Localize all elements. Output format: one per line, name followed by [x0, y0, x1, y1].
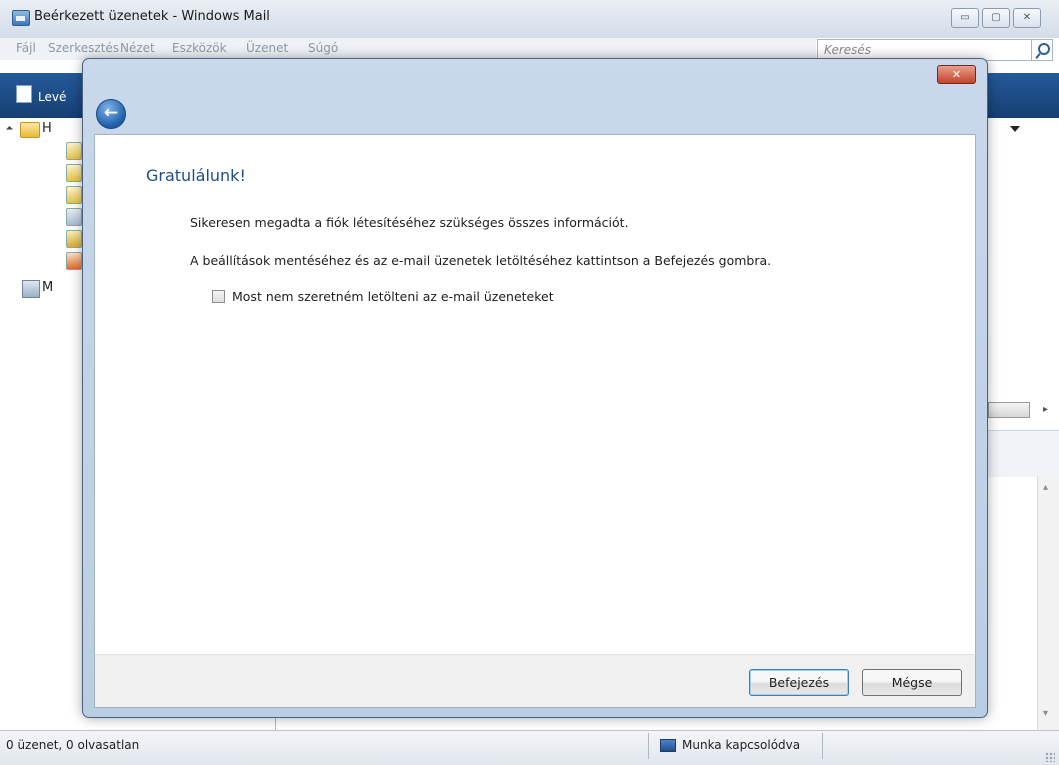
deleted-folder-icon[interactable]: [66, 208, 82, 226]
horizontal-scrollbar[interactable]: [988, 402, 1030, 418]
scroll-up-icon[interactable]: ▴: [1043, 482, 1048, 493]
menu-view[interactable]: Nézet: [120, 41, 155, 55]
back-arrow-button[interactable]: ←: [96, 99, 126, 129]
drafts-folder-icon[interactable]: [66, 230, 82, 248]
outbox-folder-icon[interactable]: [66, 164, 82, 182]
status-connection: Munka kapcsolódva: [682, 738, 801, 752]
close-window-button[interactable]: ✕: [1013, 8, 1041, 28]
junk-folder-icon[interactable]: [66, 252, 82, 270]
vertical-scrollbar[interactable]: [1037, 476, 1059, 730]
contacts-icon: [22, 280, 40, 298]
resize-grip-icon[interactable]: [1045, 752, 1055, 762]
preview-header: [987, 430, 1059, 477]
menu-tools[interactable]: Eszközök: [172, 41, 227, 55]
cancel-button[interactable]: Mégse: [862, 669, 962, 696]
folder-icon: [20, 122, 40, 138]
maximize-button[interactable]: ▢: [982, 8, 1010, 28]
dialog-message-2: A beállítások mentéséhez és az e-mail üz…: [190, 253, 772, 268]
dialog-close-button[interactable]: ✕: [937, 65, 976, 84]
finish-button[interactable]: Befejezés: [749, 669, 849, 696]
new-mail-icon: [16, 85, 32, 103]
status-message-count: 0 üzenet, 0 olvasatlan: [6, 738, 140, 752]
search-icon[interactable]: [1031, 39, 1053, 61]
status-separator: [648, 733, 649, 759]
scroll-right-icon[interactable]: ▸: [1043, 404, 1048, 415]
window-title: Beérkezett üzenetek - Windows Mail: [34, 9, 270, 24]
pane-divider[interactable]: [275, 718, 276, 730]
scroll-down-icon[interactable]: ▾: [1043, 708, 1048, 719]
skip-download-label[interactable]: Most nem szeretném letölteni az e-mail ü…: [232, 289, 554, 304]
folder-root-label[interactable]: H: [42, 121, 52, 136]
menu-file[interactable]: Fájl: [16, 41, 36, 55]
skip-download-checkbox[interactable]: [212, 290, 225, 303]
inbox-folder-icon[interactable]: [66, 142, 82, 160]
dialog-message-1: Sikeresen megadta a fiók létesítéséhez s…: [190, 215, 629, 230]
menu-edit[interactable]: Szerkesztés: [48, 41, 119, 55]
new-mail-button[interactable]: Levé: [38, 90, 66, 104]
dialog-heading: Gratulálunk!: [146, 166, 246, 185]
status-separator: [822, 733, 823, 759]
dialog-content: [94, 134, 976, 654]
search-placeholder: Keresés: [824, 43, 872, 57]
status-bar: [0, 730, 1059, 765]
contacts-label[interactable]: M: [42, 280, 53, 295]
menu-help[interactable]: Súgó: [308, 41, 338, 55]
network-icon: [660, 739, 676, 752]
column-dropdown-icon[interactable]: [1010, 126, 1020, 132]
menu-message[interactable]: Üzenet: [246, 41, 288, 55]
minimize-button[interactable]: ▭: [951, 8, 979, 28]
sent-folder-icon[interactable]: [66, 186, 82, 204]
windows-mail-icon: [12, 10, 30, 26]
